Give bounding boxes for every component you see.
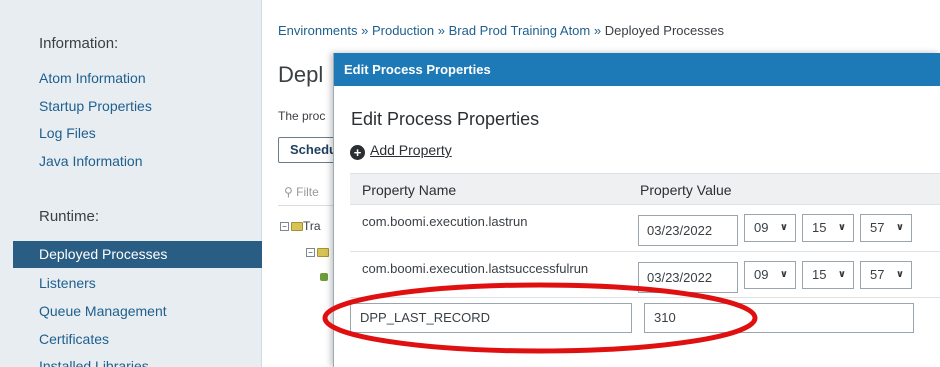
property-name: com.boomi.execution.lastsuccessfulrun (362, 261, 589, 276)
chevron-down-icon: ∨ (837, 269, 846, 280)
second-select[interactable]: 57 ∨ (860, 214, 912, 242)
breadcrumb-link-production[interactable]: Production (372, 23, 434, 38)
information-section-title: Information: (39, 35, 119, 52)
second-value: 57 (870, 220, 885, 235)
tree-item-label: Tra (303, 219, 321, 233)
breadcrumb-separator: » (437, 23, 445, 38)
minute-select[interactable]: 15 ∨ (802, 214, 854, 242)
chevron-down-icon: ∨ (779, 269, 788, 280)
minute-select[interactable]: 15 ∨ (802, 261, 854, 289)
folder-icon (291, 222, 303, 232)
filter-placeholder: Filte (296, 185, 319, 199)
dialog-title: Edit Process Properties (351, 109, 540, 129)
edit-process-properties-dialog: Edit Process Properties Edit Process Pro… (333, 53, 940, 367)
chevron-down-icon: ∨ (895, 222, 904, 233)
new-property-value-input[interactable]: 310 (644, 303, 914, 333)
tree-item[interactable]: − (306, 245, 329, 259)
dialog-header: Edit Process Properties (334, 53, 940, 86)
sidebar-item-atom-information[interactable]: Atom Information (39, 70, 146, 86)
hour-value: 09 (754, 220, 769, 235)
breadcrumb-link-environments[interactable]: Environments (278, 23, 357, 38)
schedules-button[interactable]: Schedu (278, 137, 338, 163)
second-value: 57 (870, 267, 885, 282)
tree-item[interactable]: − Tra (280, 219, 321, 233)
breadcrumb-link-atom[interactable]: Brad Prod Training Atom (449, 23, 591, 38)
chevron-down-icon: ∨ (895, 269, 904, 280)
tree-item[interactable] (320, 270, 328, 284)
column-header-property-name: Property Name (362, 182, 457, 198)
hour-select[interactable]: 09 ∨ (744, 261, 796, 289)
second-select[interactable]: 57 ∨ (860, 261, 912, 289)
date-input[interactable]: 03/23/2022 (638, 262, 738, 293)
plus-circle-icon: + (350, 145, 365, 160)
collapse-icon[interactable]: − (306, 248, 315, 258)
sidebar-item-certificates[interactable]: Certificates (39, 331, 109, 347)
search-icon: ⚲ (284, 185, 297, 199)
breadcrumb-current: Deployed Processes (604, 23, 724, 38)
table-row: com.boomi.execution.lastsuccessfulrun 03… (350, 252, 940, 298)
sidebar-item-deployed-processes[interactable]: Deployed Processes (13, 241, 262, 268)
minute-value: 15 (812, 267, 827, 282)
runtime-section-title: Runtime: (39, 208, 100, 225)
property-name: com.boomi.execution.lastrun (362, 214, 528, 229)
table-row: com.boomi.execution.lastrun 03/23/2022 0… (350, 205, 940, 252)
breadcrumb-separator: » (593, 23, 602, 38)
sidebar-item-startup-properties[interactable]: Startup Properties (39, 98, 152, 114)
add-property-link[interactable]: + Add Property (350, 142, 452, 160)
minute-value: 15 (812, 220, 827, 235)
sidebar-item-installed-libraries[interactable]: Installed Libraries (39, 358, 149, 367)
folder-icon (317, 248, 329, 258)
filter-input[interactable]: ⚲ Filte (278, 180, 338, 206)
breadcrumb-separator: » (361, 23, 369, 38)
sidebar-item-queue-management[interactable]: Queue Management (39, 303, 167, 319)
collapse-icon[interactable]: − (280, 222, 289, 232)
hour-value: 09 (754, 267, 769, 282)
sidebar: Information: Atom Information Startup Pr… (0, 0, 262, 367)
table-header: Property Name Property Value (350, 173, 940, 205)
chevron-down-icon: ∨ (779, 222, 788, 233)
page-description: The proc (278, 109, 326, 123)
process-icon (320, 273, 328, 281)
sidebar-item-log-files[interactable]: Log Files (39, 125, 96, 141)
breadcrumb: Environments » Production » Brad Prod Tr… (278, 23, 724, 38)
new-property-name-input[interactable]: DPP_LAST_RECORD (350, 303, 632, 333)
date-input[interactable]: 03/23/2022 (638, 215, 738, 246)
column-header-property-value: Property Value (640, 182, 732, 198)
sidebar-item-java-information[interactable]: Java Information (39, 153, 143, 169)
sidebar-item-listeners[interactable]: Listeners (39, 275, 96, 291)
add-property-label: Add Property (370, 142, 452, 158)
chevron-down-icon: ∨ (837, 222, 846, 233)
page-title: Depl (278, 62, 324, 87)
hour-select[interactable]: 09 ∨ (744, 214, 796, 242)
